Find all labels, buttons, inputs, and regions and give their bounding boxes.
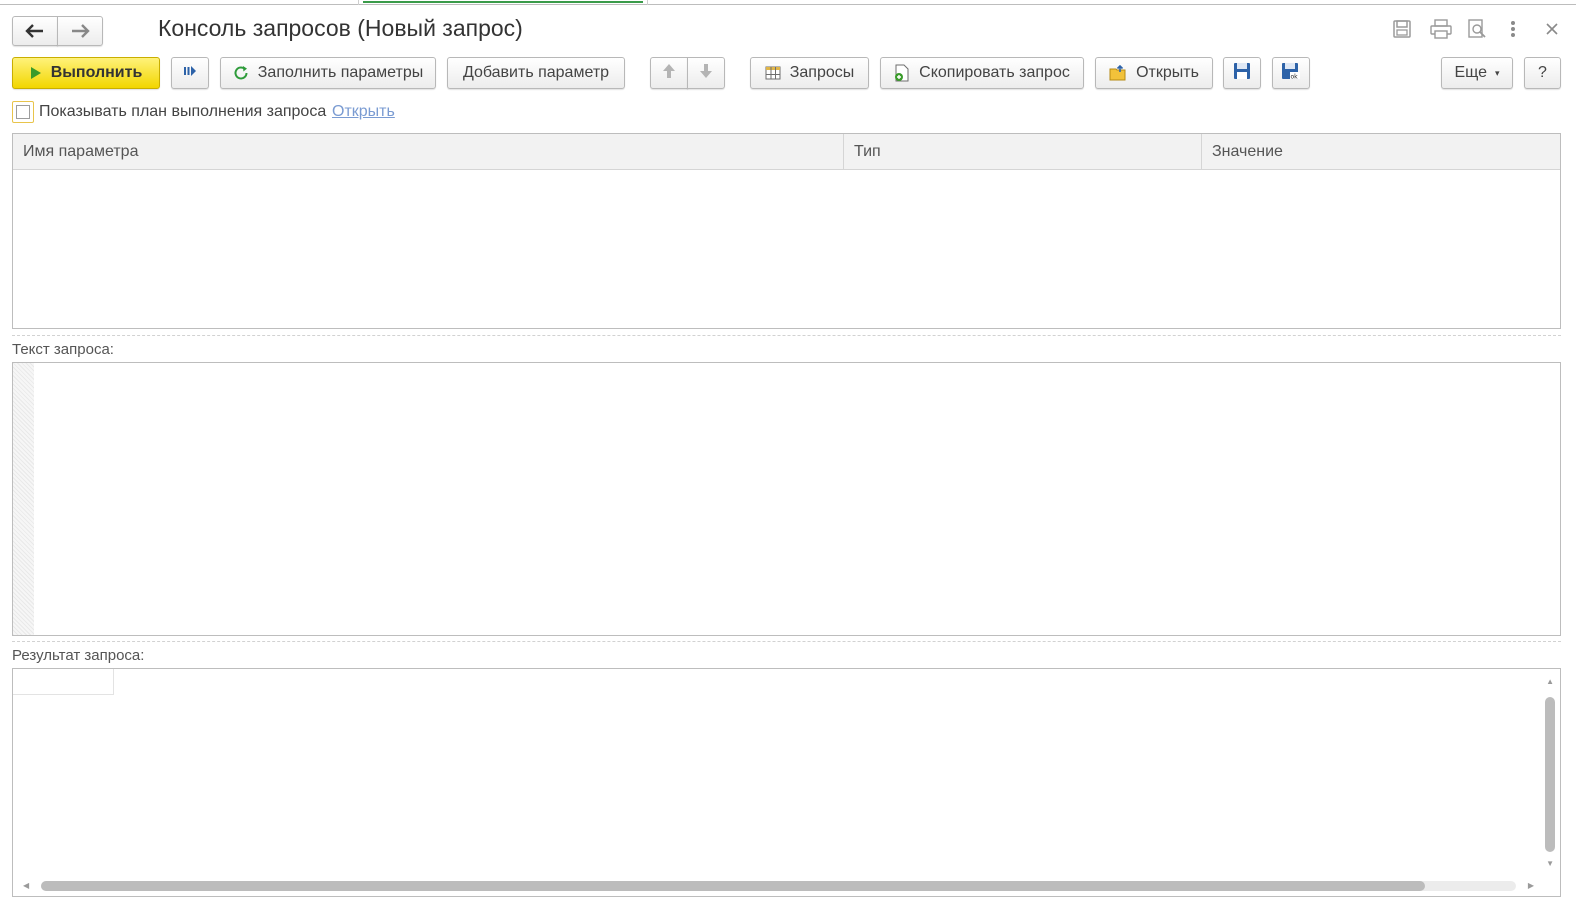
show-plan-label: Показывать план выполнения запроса (39, 103, 327, 120)
show-plan-checkbox[interactable] (12, 101, 34, 123)
active-tab-indicator[interactable] (358, 0, 648, 5)
copy-document-icon (894, 64, 910, 82)
execute-button[interactable]: Выполнить (12, 57, 160, 89)
save-button[interactable] (1223, 57, 1261, 89)
print-icon[interactable] (1430, 19, 1452, 44)
folder-open-icon (1109, 65, 1127, 81)
page-title: Консоль запросов (Новый запрос) (158, 15, 523, 41)
help-button[interactable]: ? (1524, 57, 1561, 89)
move-down-button[interactable] (687, 57, 725, 89)
splitter-2[interactable] (12, 641, 1561, 642)
splitter-1[interactable] (12, 335, 1561, 336)
params-table-header: Имя параметра Тип Значение (13, 134, 1560, 170)
nav-group (12, 16, 104, 46)
save-icon[interactable] (1392, 19, 1412, 44)
floppy-ok-icon: ok (1281, 62, 1301, 85)
close-icon[interactable] (1545, 19, 1559, 44)
queries-label: Запросы (789, 64, 855, 81)
column-header-value[interactable]: Значение (1202, 134, 1560, 169)
arrow-right-icon (72, 24, 90, 38)
vertical-scrollbar[interactable] (1545, 697, 1555, 852)
column-header-type[interactable]: Тип (844, 134, 1202, 169)
refresh-icon (233, 65, 249, 81)
column-header-param-name[interactable]: Имя параметра (13, 134, 844, 169)
open-button[interactable]: Открыть (1095, 57, 1213, 89)
query-result-grid[interactable]: ▲ ▼ ◀ ▶ (12, 668, 1561, 897)
move-up-button[interactable] (650, 57, 688, 89)
copy-query-button[interactable]: Скопировать запрос (880, 57, 1084, 89)
top-border (0, 4, 1576, 5)
editor-gutter (13, 363, 34, 635)
scroll-left-arrow-icon[interactable]: ◀ (23, 881, 29, 890)
floppy-icon (1233, 62, 1251, 85)
params-table[interactable]: Имя параметра Тип Значение (12, 133, 1561, 329)
play-icon (30, 66, 42, 80)
more-vertical-icon[interactable] (1508, 19, 1518, 44)
scroll-up-arrow-icon[interactable]: ▲ (1546, 677, 1554, 686)
add-param-label: Добавить параметр (462, 64, 610, 81)
query-text-label: Текст запроса: (12, 341, 114, 358)
add-param-button[interactable]: Добавить параметр (447, 57, 625, 89)
table-icon (765, 66, 781, 80)
help-label: ? (1538, 64, 1547, 81)
back-button[interactable] (12, 16, 58, 46)
forward-button[interactable] (57, 16, 103, 46)
open-plan-link[interactable]: Открыть (332, 103, 395, 121)
chevron-down-icon: ▾ (1495, 67, 1500, 78)
scroll-down-arrow-icon[interactable]: ▼ (1546, 859, 1554, 868)
arrow-left-icon (25, 24, 43, 38)
execute-label: Выполнить (50, 64, 143, 81)
fill-params-button[interactable]: Заполнить параметры (220, 57, 436, 89)
save-and-close-button[interactable]: ok (1272, 57, 1310, 89)
svg-text:ok: ok (1291, 73, 1299, 80)
more-button[interactable]: Еще ▾ (1441, 57, 1513, 89)
copy-query-label: Скопировать запрос (919, 64, 1070, 81)
preview-icon[interactable] (1467, 19, 1487, 44)
fill-params-label: Заполнить параметры (257, 64, 424, 81)
query-result-label: Результат запроса: (12, 647, 145, 664)
open-label: Открыть (1136, 64, 1199, 81)
result-cell (13, 669, 114, 695)
step-forward-icon (183, 64, 197, 82)
queries-button[interactable]: Запросы (750, 57, 869, 89)
more-label: Еще (1454, 64, 1488, 81)
step-execute-button[interactable] (171, 57, 209, 89)
query-text-editor[interactable] (12, 362, 1561, 636)
horizontal-scrollbar[interactable] (41, 881, 1425, 891)
arrow-down-icon (699, 63, 713, 84)
scroll-right-arrow-icon[interactable]: ▶ (1528, 881, 1534, 890)
arrow-up-icon (662, 63, 676, 84)
